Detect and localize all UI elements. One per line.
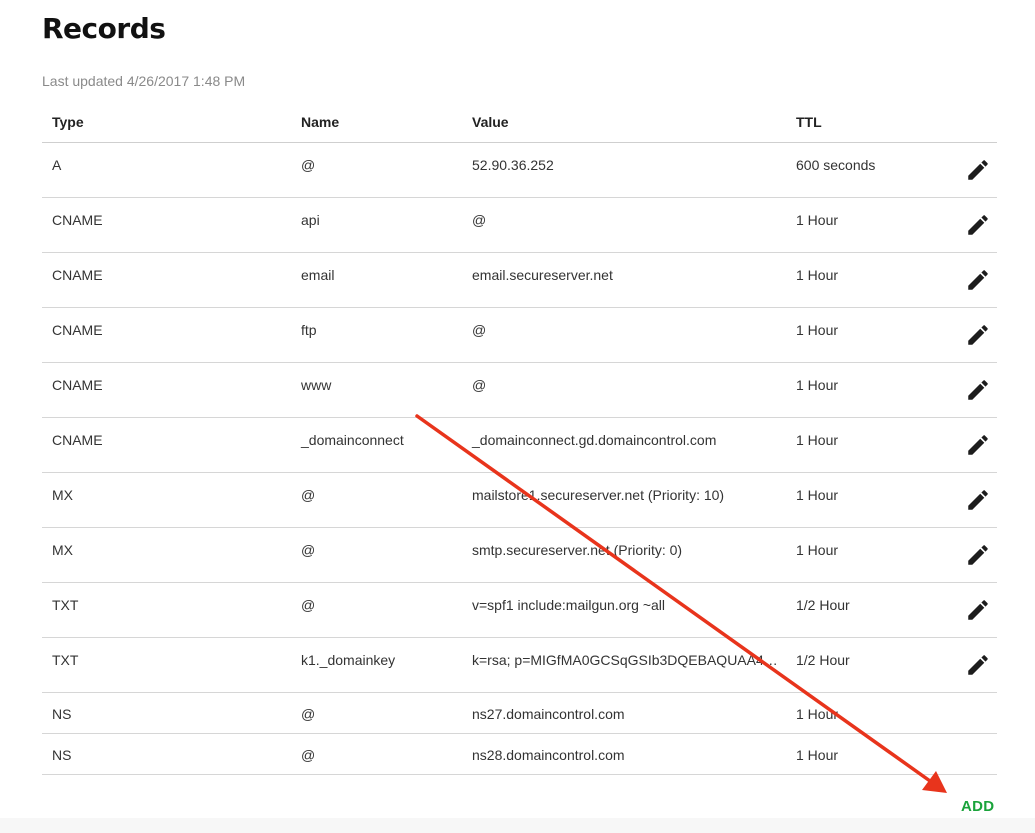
record-value-cell: @	[462, 362, 786, 418]
record-value-cell: _domainconnect.gd.domaincontrol.com	[462, 417, 786, 473]
record-value-cell: smtp.secureserver.net (Priority: 0)	[462, 527, 786, 583]
table-header-row: Type Name Value TTL	[42, 102, 997, 143]
pencil-icon[interactable]	[965, 487, 991, 513]
record-name-cell: @	[291, 142, 462, 198]
record-type-cell: CNAME	[42, 417, 291, 473]
record-name-cell: @	[291, 472, 462, 528]
record-ttl-cell: 1 Hour	[786, 692, 947, 734]
record-type-cell: NS	[42, 733, 291, 775]
record-name-cell: ftp	[291, 307, 462, 363]
record-value-cell: 52.90.36.252	[462, 142, 786, 198]
table-row: NS @ ns28.domaincontrol.com 1 Hour	[42, 733, 997, 775]
table-body: A @52.90.36.252 600 seconds CNAME api @1 Hour…	[42, 142, 997, 775]
table-row: MX @ smtp.secureserver.net (Priority: 0) 1 …	[42, 527, 997, 583]
record-name-cell: _domainconnect	[291, 417, 462, 473]
page-title: Records	[42, 12, 166, 45]
dns-records-table: Type Name Value TTL A @52.90.36.252 600 se…	[42, 102, 997, 775]
record-ttl-cell: 1 Hour	[786, 197, 947, 253]
record-name-cell: k1._domainkey	[291, 637, 462, 693]
record-ttl-cell: 1 Hour	[786, 307, 947, 363]
column-header-actions	[947, 102, 997, 143]
table-row: CNAME _domainconnect _domainconnect.gd.dom…	[42, 417, 997, 473]
record-value-cell: ns28.domaincontrol.com	[462, 733, 786, 775]
record-actions-cell	[947, 197, 997, 253]
record-ttl-cell: 1/2 Hour	[786, 637, 947, 693]
record-value-cell: @	[462, 197, 786, 253]
record-type-cell: CNAME	[42, 307, 291, 363]
record-value-cell: ns27.domaincontrol.com	[462, 692, 786, 734]
pencil-icon[interactable]	[965, 597, 991, 623]
table-row: MX @ mailstore1.secureserver.net (Priority…	[42, 472, 997, 528]
pencil-icon[interactable]	[965, 267, 991, 293]
record-ttl-cell: 1 Hour	[786, 417, 947, 473]
add-record-button[interactable]: ADD	[961, 798, 994, 815]
record-value-cell: email.secureserver.net	[462, 252, 786, 308]
records-page: Records Last updated 4/26/2017 1:48 PM T…	[0, 0, 1035, 833]
column-header-value[interactable]: Value	[462, 102, 786, 143]
record-name-cell: @	[291, 733, 462, 775]
pencil-icon[interactable]	[965, 542, 991, 568]
record-actions-cell	[947, 307, 997, 363]
record-type-cell: A	[42, 142, 291, 198]
pencil-icon[interactable]	[965, 212, 991, 238]
record-type-cell: CNAME	[42, 362, 291, 418]
column-header-type[interactable]: Type	[42, 102, 291, 143]
record-value-cell: mailstore1.secureserver.net (Priority: 1…	[462, 472, 786, 528]
record-value-cell: k=rsa; p=MIGfMA0GCSqGSIb3DQEBAQUAA4…	[462, 637, 786, 693]
last-updated-text: Last updated 4/26/2017 1:48 PM	[42, 73, 246, 89]
record-type-cell: TXT	[42, 637, 291, 693]
record-name-cell: @	[291, 582, 462, 638]
table-row: CNAME ftp @1 Hour	[42, 307, 997, 363]
record-ttl-cell: 1/2 Hour	[786, 582, 947, 638]
table-row: A @52.90.36.252 600 seconds	[42, 142, 997, 198]
pencil-icon[interactable]	[965, 377, 991, 403]
record-type-cell: CNAME	[42, 197, 291, 253]
record-actions-cell	[947, 582, 997, 638]
table-row: CNAME api @1 Hour	[42, 197, 997, 253]
record-actions-cell	[947, 692, 997, 734]
record-ttl-cell: 1 Hour	[786, 252, 947, 308]
footer-bar	[0, 818, 1035, 833]
record-ttl-cell: 1 Hour	[786, 527, 947, 583]
record-type-cell: MX	[42, 527, 291, 583]
record-name-cell: api	[291, 197, 462, 253]
column-header-name[interactable]: Name	[291, 102, 462, 143]
record-type-cell: CNAME	[42, 252, 291, 308]
record-actions-cell	[947, 142, 997, 198]
record-name-cell: email	[291, 252, 462, 308]
record-actions-cell	[947, 252, 997, 308]
record-type-cell: NS	[42, 692, 291, 734]
table-row: CNAME email email.secureserver.net 1 Hour	[42, 252, 997, 308]
record-actions-cell	[947, 472, 997, 528]
record-ttl-cell: 1 Hour	[786, 472, 947, 528]
pencil-icon[interactable]	[965, 432, 991, 458]
record-type-cell: MX	[42, 472, 291, 528]
record-actions-cell	[947, 362, 997, 418]
record-name-cell: @	[291, 527, 462, 583]
record-name-cell: www	[291, 362, 462, 418]
record-value-cell: @	[462, 307, 786, 363]
table-row: TXT @ v=spf1 include:mailgun.org ~all 1/2 H…	[42, 582, 997, 638]
table-row: NS @ ns27.domaincontrol.com 1 Hour	[42, 692, 997, 734]
record-type-cell: TXT	[42, 582, 291, 638]
table-row: CNAME www @1 Hour	[42, 362, 997, 418]
pencil-icon[interactable]	[965, 157, 991, 183]
record-ttl-cell: 1 Hour	[786, 362, 947, 418]
record-actions-cell	[947, 733, 997, 775]
record-ttl-cell: 1 Hour	[786, 733, 947, 775]
record-actions-cell	[947, 527, 997, 583]
record-ttl-cell: 600 seconds	[786, 142, 947, 198]
record-actions-cell	[947, 417, 997, 473]
column-header-ttl[interactable]: TTL	[786, 102, 947, 143]
record-value-cell: v=spf1 include:mailgun.org ~all	[462, 582, 786, 638]
record-name-cell: @	[291, 692, 462, 734]
pencil-icon[interactable]	[965, 322, 991, 348]
record-actions-cell	[947, 637, 997, 693]
table-row: TXT k1._domainkey k=rsa; p=MIGfMA0GCSqGSIb…	[42, 637, 997, 693]
pencil-icon[interactable]	[965, 652, 991, 678]
